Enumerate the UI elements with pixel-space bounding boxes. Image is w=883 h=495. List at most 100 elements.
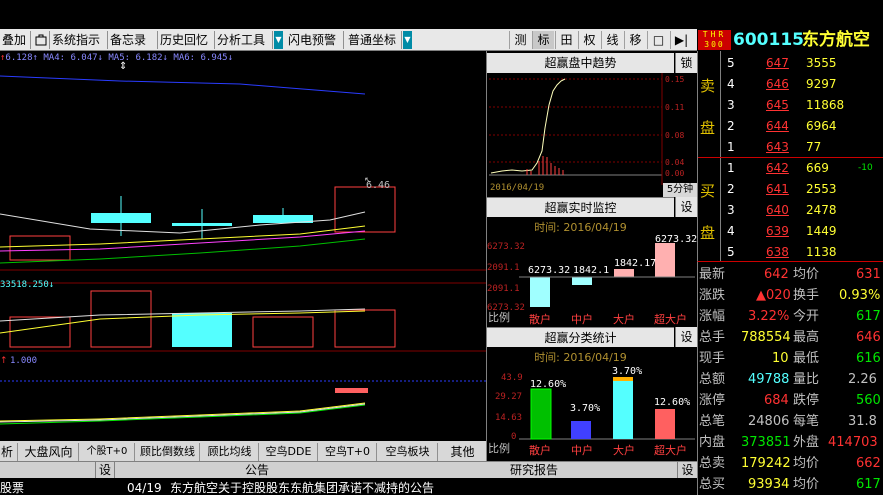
- move-button[interactable]: 移: [624, 31, 646, 49]
- classify-label-mid: 中户: [571, 444, 593, 457]
- candle: [253, 208, 313, 223]
- tab-bird-sector[interactable]: 空鸟板块: [378, 443, 438, 461]
- buy-level-5[interactable]: 5 638 1138: [698, 242, 883, 262]
- monitor-axis-label: 6273.32: [487, 242, 525, 252]
- period-selector[interactable]: 5分钟: [663, 183, 697, 197]
- stock-list-cell[interactable]: 股票: [0, 480, 120, 495]
- quote-row-trades: 总笔 24806 每笔 31.8: [699, 414, 877, 429]
- measure-button[interactable]: 测: [509, 31, 531, 49]
- analysis-panels: 超赢盘中趋势 锁 0.15 0.11 0.08 0.04 0.00 2016/0…: [486, 51, 697, 461]
- buy-level-4[interactable]: 4 639 1449: [698, 221, 883, 241]
- classify-axis-label: 14.63: [495, 413, 523, 423]
- monitor-value-retail: 6273.32: [528, 265, 571, 276]
- quote-row-amount: 总额 49788 量比 2.26: [699, 372, 877, 387]
- announcement-date: 04/19: [127, 481, 162, 495]
- buy-level-2[interactable]: 2 641 2553: [698, 179, 883, 199]
- classify-axis-label: 29.27: [495, 392, 523, 402]
- trend-lock-button[interactable]: 锁: [675, 53, 697, 73]
- monitor-label-mid: 中户: [571, 313, 593, 326]
- exchange-badge-top: THR: [698, 30, 731, 40]
- coordinate-dropdown-icon[interactable]: ▼: [403, 31, 412, 49]
- sell-level-2[interactable]: 2 644 6964: [698, 116, 883, 136]
- bottom-panel: 设 公告 研究报告 设 股票 04/19 东方航空关于控股股东东航集团承诺不减持…: [0, 461, 697, 495]
- analysis-tools-dropdown-icon[interactable]: ▼: [274, 31, 283, 49]
- indicator-legend: 1.000: [10, 356, 37, 366]
- tab-other[interactable]: 其他: [439, 443, 486, 461]
- tab-guppy-countdown[interactable]: 顾比倒数线: [136, 443, 200, 461]
- rights-button[interactable]: 权: [578, 31, 600, 49]
- exchange-badge-bottom: 300: [698, 40, 731, 50]
- quote-row-total-sell: 总卖 179242 均价 662: [699, 456, 881, 471]
- monitor-label-ratio: 比例: [488, 311, 510, 324]
- monitor-label-large: 大户: [613, 313, 635, 326]
- window-button[interactable]: □: [647, 31, 669, 49]
- monitor-value-large: 1842.17: [614, 258, 657, 269]
- sell-level-1[interactable]: 1 643 77: [698, 137, 883, 157]
- memo-button[interactable]: 备忘录: [108, 31, 158, 49]
- lightning-alert-button[interactable]: 闪电预警: [286, 31, 344, 49]
- volume-legend: 33518.250↓: [0, 280, 54, 290]
- trend-axis-label: 0.00: [665, 169, 685, 178]
- analysis-tools-button[interactable]: 分析工具: [215, 31, 273, 49]
- quote-row-current: 现手 10 最低 616: [699, 351, 881, 366]
- indicator-tabs: 析 大盘风向 个股T+0 顾比倒数线 顾比均线 空鸟DDE 空鸟T+0 空鸟板块…: [0, 441, 486, 461]
- quote-row-latest: 最新 642 均价 631: [699, 267, 881, 282]
- quote-row-limit: 涨停 684 跌停 560: [699, 393, 881, 408]
- classify-settings-button[interactable]: 设: [675, 327, 697, 347]
- trend-date: 2016/04/19: [490, 183, 545, 193]
- coordinate-button[interactable]: 普通坐标: [346, 31, 402, 49]
- monitor-value-xlarge: 6273.32: [655, 234, 698, 245]
- classify-label-large: 大户: [613, 444, 635, 457]
- trend-axis-label: 0.15: [665, 75, 685, 84]
- history-button[interactable]: 历史回忆: [158, 31, 215, 49]
- right-settings-button[interactable]: 设: [677, 462, 697, 478]
- order-book: 卖 盘 买 盘 5 647 3555 4 646 9297 3 645 11868 2 644…: [697, 51, 883, 261]
- svg-text:↖: ↖: [364, 176, 372, 186]
- left-settings-button[interactable]: 设: [95, 462, 115, 478]
- monitor-axis-label: 2091.1: [487, 263, 520, 273]
- tab-bird-t0[interactable]: 空鸟T+0: [319, 443, 377, 461]
- classify-title: 超赢分类统计: [487, 327, 674, 347]
- volume-bar: [252, 316, 314, 348]
- quote-row-inside-outside: 内盘 373851 外盘 414703: [699, 435, 878, 450]
- monitor-value-mid: 1842.1: [573, 265, 610, 276]
- system-indicator-button[interactable]: 系统指示: [50, 31, 108, 49]
- classify-label-ratio: 比例: [488, 442, 510, 455]
- tab-analysis[interactable]: 析: [0, 443, 18, 461]
- grid-button[interactable]: 田: [555, 31, 577, 49]
- quote-row-total-buy: 总买 93934 均价 617: [699, 477, 881, 492]
- classify-value-xlarge: 12.60%: [654, 397, 691, 408]
- stock-code: 600115: [733, 30, 804, 50]
- tab-stock-t0[interactable]: 个股T+0: [80, 443, 135, 461]
- research-report-header: 研究报告: [510, 463, 559, 477]
- play-button[interactable]: ▶|: [670, 31, 692, 49]
- volume-bar: [9, 316, 71, 348]
- candle: [334, 186, 396, 233]
- sell-level-3[interactable]: 3 645 11868: [698, 95, 883, 115]
- candle: [172, 209, 232, 239]
- monitor-settings-button[interactable]: 设: [675, 197, 697, 217]
- sell-level-5[interactable]: 5 647 3555: [698, 53, 883, 73]
- trend-axis-label: 0.04: [665, 158, 685, 167]
- kline-chart: 6.46 ↖ 33518.250↓ 1.000 ↑: [0, 75, 486, 425]
- stock-name: 东方航空: [802, 30, 870, 50]
- tab-market-wind[interactable]: 大盘风向: [19, 443, 79, 461]
- classify-value-mid: 3.70%: [570, 403, 601, 414]
- buy-level-1[interactable]: 1 642 669 -10: [698, 158, 883, 178]
- classify-axis-label: 0: [511, 432, 517, 442]
- trend-axis-label: 0.08: [665, 131, 685, 140]
- sell-level-4[interactable]: 4 646 9297: [698, 74, 883, 94]
- tab-guppy-ma[interactable]: 顾比均线: [201, 443, 259, 461]
- candle: [9, 235, 71, 261]
- briefcase-icon[interactable]: [31, 31, 50, 49]
- overlay-button[interactable]: 叠加: [0, 31, 31, 49]
- monitor-label-retail: 散户: [529, 313, 551, 326]
- line-button[interactable]: 线: [601, 31, 623, 49]
- main-chart-area[interactable]: ↑6.128↑ MA4: 6.047↓ MA5: 6.182↓ MA6: 6.9…: [0, 51, 486, 441]
- tab-bird-dde[interactable]: 空鸟DDE: [260, 443, 318, 461]
- announcement-link[interactable]: 东方航空关于控股股东东航集团承诺不减持的公告: [170, 480, 434, 495]
- quote-row-volume: 总手 788554 最高 646: [699, 330, 881, 345]
- buy-level-3[interactable]: 3 640 2478: [698, 200, 883, 220]
- quote-row-pct: 涨幅 3.22% 今开 617: [699, 309, 881, 324]
- mark-button[interactable]: 标: [532, 31, 554, 49]
